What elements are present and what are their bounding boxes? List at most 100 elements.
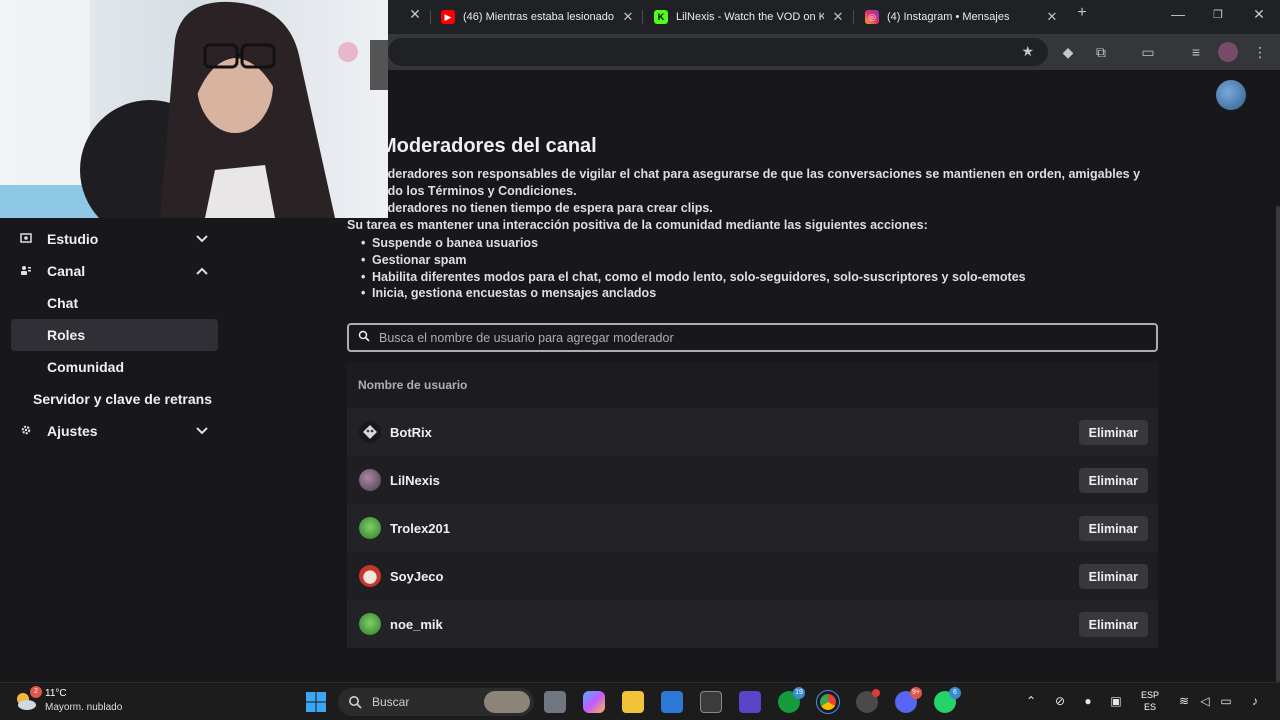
webcam-overlay [0,0,388,218]
sidebar-item-roles[interactable]: Roles [11,319,218,351]
avatar [359,517,381,539]
table-row: SoyJeco Eliminar [347,552,1158,600]
kick-icon: K [654,10,668,24]
restore-icon[interactable]: ❐ [1206,8,1230,21]
language-code: ESP [1141,690,1160,700]
avatar [359,613,381,635]
sidebar-item-label: Estudio [47,231,99,247]
cast-icon[interactable]: ▭ [1138,42,1158,62]
chevron-down-icon [196,427,208,435]
discord-icon[interactable]: 9+ [895,687,922,713]
list-item: Gestionar spam [347,253,1026,270]
list-item: Suspende o banea usuarios [347,236,1026,253]
moderators-table: Nombre de usuario BotRix Eliminar LilNex… [347,362,1158,648]
page-scrollbar[interactable] [1276,206,1280,682]
list-item: Habilita diferentes modos para el chat, … [347,270,1026,287]
whatsapp-icon[interactable]: 6 [934,687,961,713]
display-icon[interactable]: ▣ [1107,694,1125,708]
whatsapp-badge: 6 [949,687,961,699]
list-item: Inicia, gestiona encuestas o mensajes an… [347,286,1026,303]
sidebar-item-comunidad[interactable]: Comunidad [11,351,218,383]
sidebar-item-servidor[interactable]: Servidor y clave de retrans [11,383,218,415]
network-off-icon[interactable]: ⊘ [1051,694,1069,708]
gear-icon [19,424,33,439]
actions-list: Suspende o banea usuarios Gestionar spam… [347,236,1026,303]
moderator-search[interactable] [347,323,1158,352]
close-window-icon[interactable]: ✕ [1247,6,1271,23]
browser-profile-avatar[interactable] [1218,42,1238,62]
close-icon[interactable]: ✕ [830,9,846,25]
user-avatar[interactable] [1216,80,1246,110]
tab-kick[interactable]: K LilNexis - Watch the VOD on Ki ✕ [654,4,846,30]
tab-title: (46) Mientras estaba lesionado [463,11,614,23]
tray-chevron-up-icon[interactable]: ⌃ [1022,694,1040,708]
volume-icon[interactable]: ◁ [1196,694,1214,708]
app-icon[interactable] [856,689,880,713]
microsoft-store-icon[interactable] [661,691,683,713]
media-controls-icon[interactable]: ≡ [1186,42,1206,62]
sidebar-item-estudio[interactable]: Estudio [11,223,218,255]
app-icon[interactable] [700,691,722,713]
sidebar-item-label: Roles [47,327,86,343]
weather-desc: Mayorm. nublado [45,702,123,713]
remove-moderator-button[interactable]: Eliminar [1078,468,1148,493]
language-indicator[interactable]: ESP ES [1141,689,1159,713]
microphone-icon[interactable]: ● [1079,694,1097,708]
file-explorer-icon[interactable] [622,691,644,713]
tab-youtube[interactable]: ▶ (46) Mientras estaba lesionado ✕ [441,4,636,30]
page-title: Moderadores del canal [380,135,597,157]
affinity-icon[interactable] [739,691,761,713]
browser-menu-icon[interactable]: ⋮ [1250,42,1270,62]
search-icon [349,696,362,709]
minimize-icon[interactable]: — [1166,6,1190,22]
sidebar-item-label: Chat [47,295,79,311]
sidebar-item-canal[interactable]: Canal [11,255,218,287]
close-icon[interactable]: ✕ [620,9,636,25]
table-row: LilNexis Eliminar [347,456,1158,504]
address-bar[interactable]: ★ [388,38,1048,66]
remove-moderator-button[interactable]: Eliminar [1078,612,1148,637]
wifi-icon[interactable]: ≋ [1175,694,1193,708]
start-button[interactable] [305,691,327,713]
notifications-bell-icon[interactable]: ♪ [1246,694,1264,708]
weather-temp: 11°C [45,688,67,699]
remove-moderator-button[interactable]: Eliminar [1078,564,1148,589]
windows-taskbar: 2 11°C Mayorm. nublado Buscar 19 9+ 6 ⌃ … [0,682,1280,720]
new-tab-button[interactable]: + [1070,4,1094,22]
table-row: noe_mik Eliminar [347,600,1158,648]
chrome-icon[interactable] [816,690,840,714]
copilot-icon[interactable] [583,691,605,713]
sidebar-item-chat[interactable]: Chat [11,287,218,319]
description-line: ndo los Términos y Condiciones. [380,184,577,198]
bookmark-star-icon[interactable]: ★ [1021,43,1034,60]
sidebar-item-label: Ajustes [47,423,98,439]
battery-icon[interactable]: ▭ [1217,694,1235,708]
search-input[interactable] [379,325,1156,350]
username: SoyJeco [390,568,444,584]
task-view-icon[interactable] [544,691,566,713]
tab-instagram[interactable]: ◎ (4) Instagram • Mensajes ✕ [865,4,1060,30]
description-line: oderadores son responsables de vigilar e… [380,167,1141,181]
xbox-badge: 19 [793,687,805,699]
extensions-puzzle-icon[interactable]: ⧉ [1091,42,1111,62]
description-line: Su tarea es mantener una interacción pos… [347,218,928,232]
avatar [359,421,381,443]
username: BotRix [390,424,432,440]
remove-moderator-button[interactable]: Eliminar [1078,516,1148,541]
screen: ✕ ▶ (46) Mientras estaba lesionado ✕ K L… [0,0,1280,720]
chevron-up-icon [196,267,208,275]
remove-moderator-button[interactable]: Eliminar [1078,420,1148,445]
sidebar-item-ajustes[interactable]: Ajustes [11,415,218,447]
username: LilNexis [390,472,440,488]
taskbar-search[interactable]: Buscar [338,688,534,716]
extension-diamond-icon[interactable]: ◆ [1058,42,1078,62]
sidebar-item-label: Comunidad [47,359,124,375]
table-row: BotRix Eliminar [347,408,1158,456]
xbox-icon[interactable]: 19 [778,687,805,713]
avatar [359,469,381,491]
sidebar-item-label: Canal [47,263,86,279]
avatar [359,565,381,587]
weather-widget[interactable]: 2 [14,686,42,712]
close-icon[interactable]: ✕ [1044,9,1060,25]
close-tab-icon[interactable]: ✕ [403,6,427,23]
